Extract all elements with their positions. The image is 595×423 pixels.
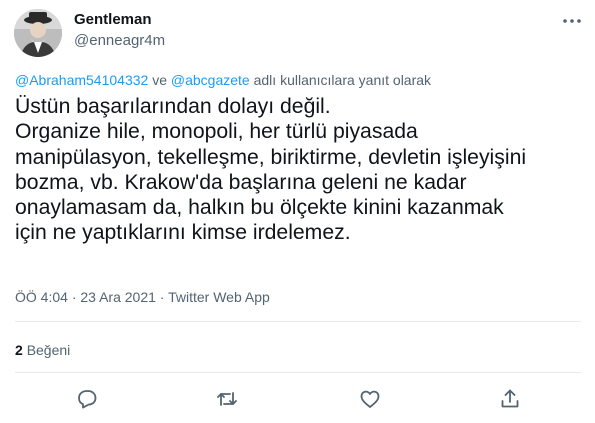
share-icon bbox=[501, 389, 519, 408]
reply-icon bbox=[78, 390, 97, 409]
avatar[interactable] bbox=[14, 9, 62, 57]
likes-stat[interactable]: 2 Beğeni bbox=[15, 342, 70, 358]
tweet-date[interactable]: 23 Ara 2021 bbox=[80, 289, 156, 305]
avatar-image bbox=[14, 9, 62, 57]
tweet-card: Gentleman @enneagr4m @Abraham54104332 ve… bbox=[0, 0, 595, 423]
tweet-text-line: manipülasyon, tekelleşme, biriktirme, de… bbox=[15, 145, 527, 169]
tweet-text-line: Organize hile, monopoli, her türlü piyas… bbox=[15, 120, 418, 144]
tweet-text: Üstün başarılarından dolayı değil. Organ… bbox=[15, 94, 585, 246]
reply-button[interactable] bbox=[75, 387, 99, 411]
divider bbox=[15, 372, 581, 373]
author-handle[interactable]: @enneagr4m bbox=[74, 32, 165, 49]
meta-separator: · bbox=[159, 289, 165, 305]
retweet-button[interactable] bbox=[215, 387, 239, 411]
tweet-metadata: ÖÖ 4:04 · 23 Ara 2021 · Twitter Web App bbox=[15, 289, 270, 305]
reply-context: @Abraham54104332 ve @abcgazete adlı kull… bbox=[15, 72, 431, 88]
tweet-text-line: Üstün başarılarından dolayı değil. bbox=[15, 95, 331, 118]
mention-link[interactable]: @Abraham54104332 bbox=[15, 72, 148, 88]
like-button[interactable] bbox=[358, 387, 382, 411]
more-horizontal-icon bbox=[563, 19, 581, 23]
tweet-source[interactable]: Twitter Web App bbox=[168, 289, 270, 305]
tweet-text-line: için ne yaptıklarını kimse irdelemez. bbox=[15, 221, 351, 245]
tweet-time[interactable]: ÖÖ 4:04 bbox=[15, 289, 68, 305]
mention-link[interactable]: @abcgazete bbox=[171, 72, 250, 88]
meta-separator: · bbox=[71, 289, 77, 305]
more-options-button[interactable] bbox=[561, 12, 583, 30]
likes-count: 2 bbox=[15, 342, 23, 358]
retweet-icon bbox=[217, 392, 237, 406]
reply-connector: ve bbox=[152, 72, 167, 88]
likes-label: Beğeni bbox=[26, 342, 71, 358]
share-button[interactable] bbox=[498, 387, 522, 411]
tweet-text-line: onaylamasam da, halkın bu ölçekte kinini… bbox=[15, 196, 504, 220]
divider bbox=[15, 321, 581, 322]
reply-suffix: adlı kullanıcılara yanıt olarak bbox=[253, 72, 432, 88]
heart-icon bbox=[360, 390, 380, 408]
author-name[interactable]: Gentleman bbox=[74, 11, 152, 28]
tweet-text-line: bozma, vb. Krakow'da başlarına geleni ne… bbox=[15, 170, 467, 194]
